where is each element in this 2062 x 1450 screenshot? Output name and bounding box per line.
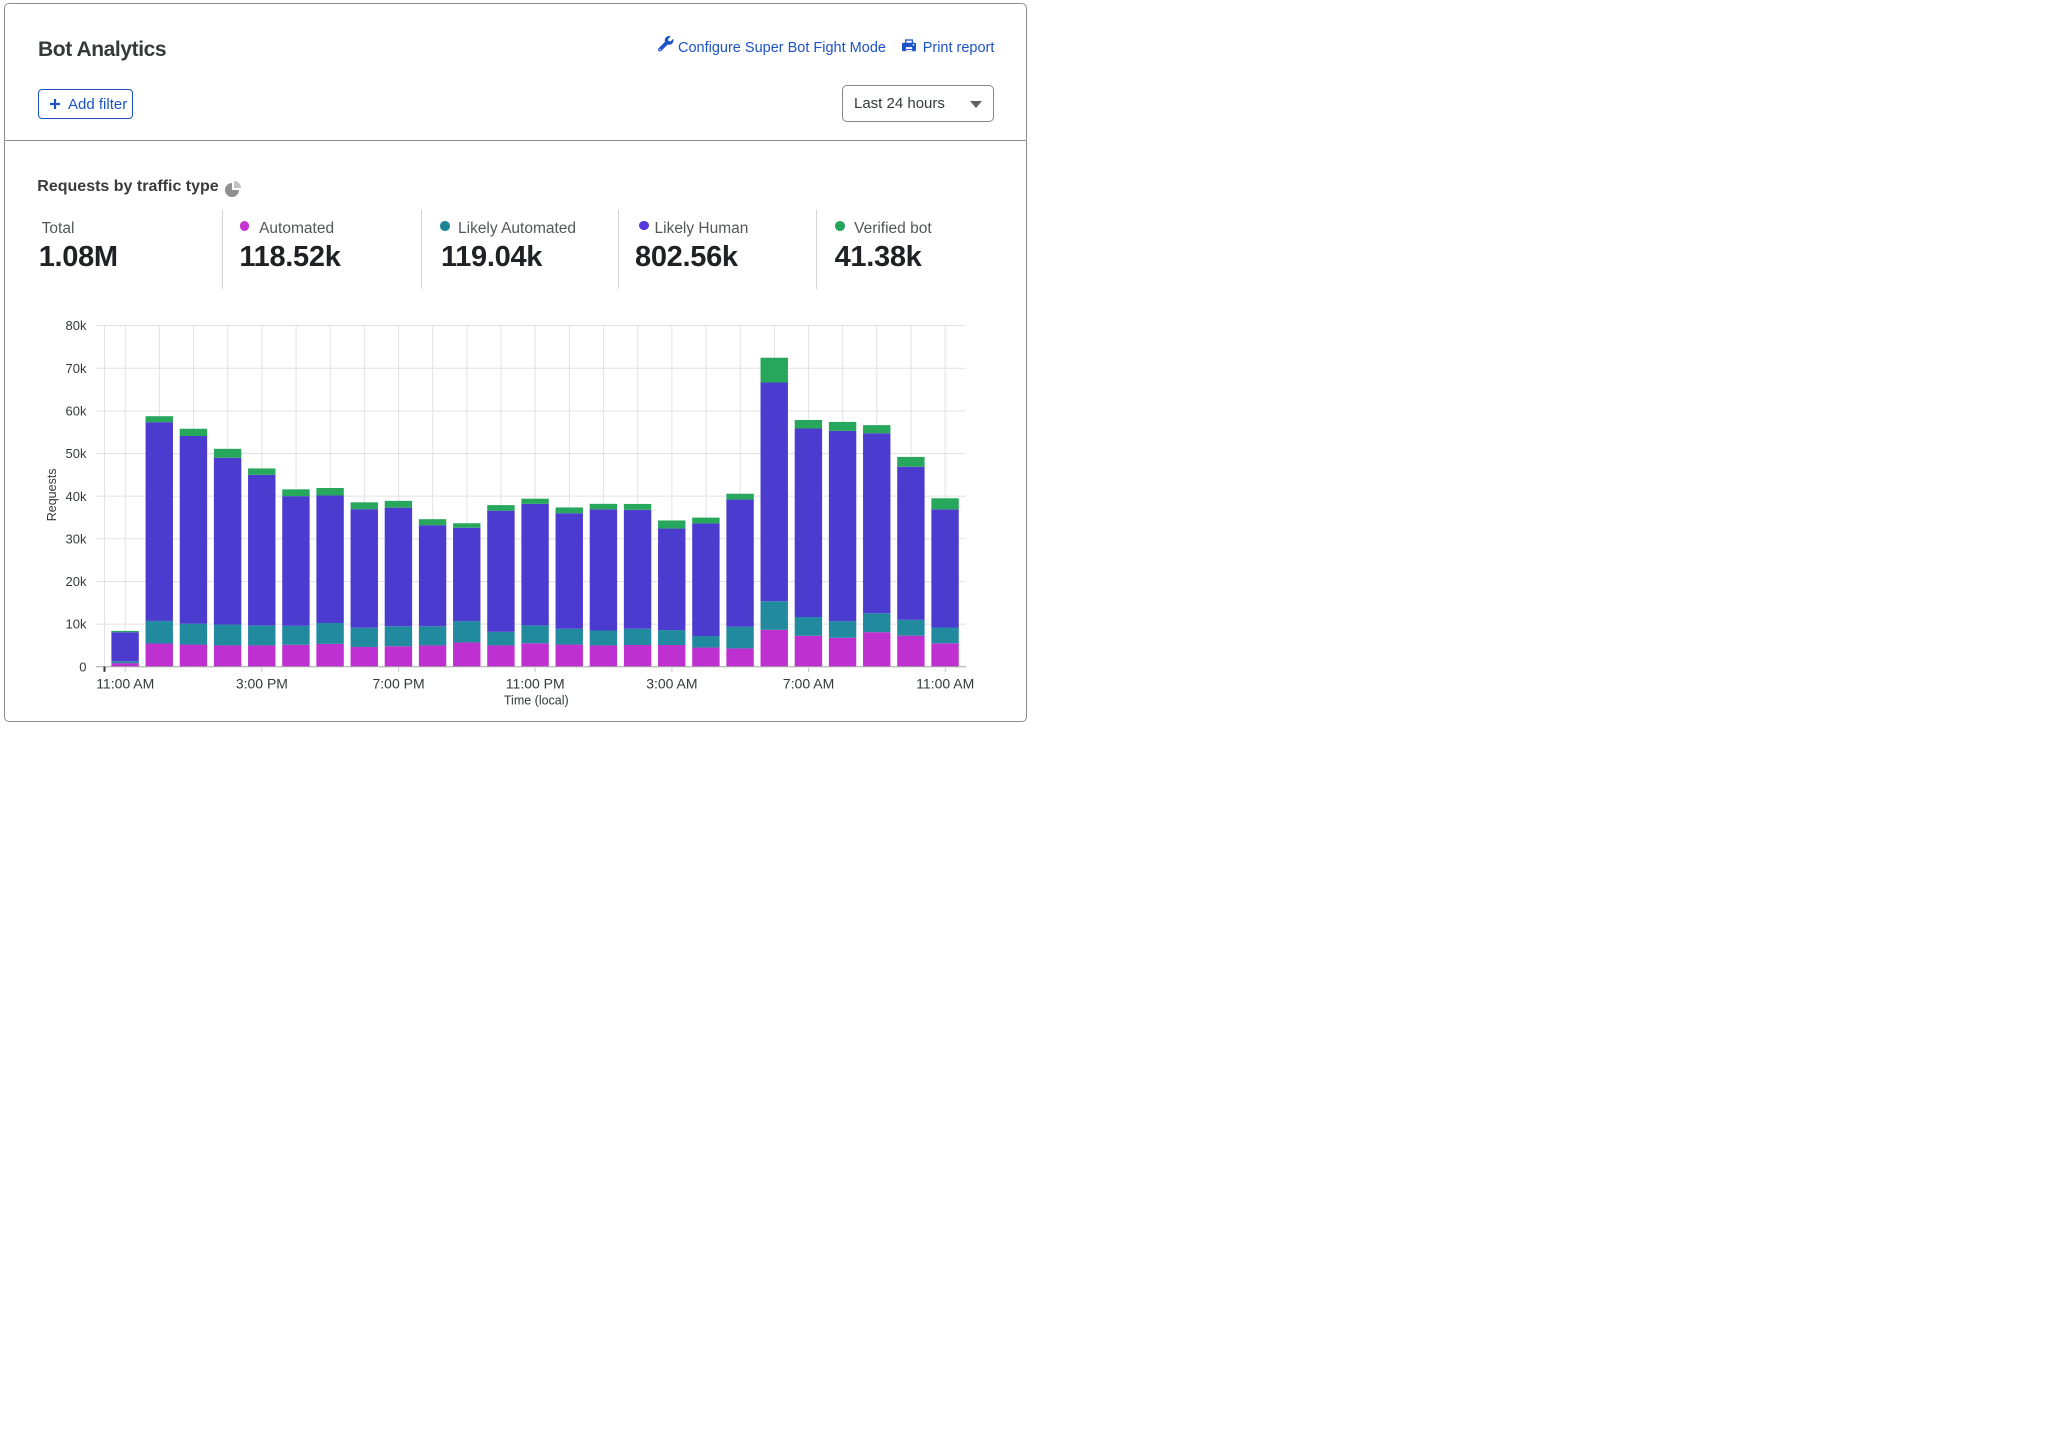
svg-text:10k: 10k: [66, 617, 87, 632]
svg-text:80k: 80k: [66, 318, 87, 333]
svg-text:60k: 60k: [66, 403, 87, 418]
svg-text:40k: 40k: [66, 489, 87, 504]
svg-text:11:00 AM: 11:00 AM: [916, 675, 974, 691]
svg-text:0: 0: [79, 659, 86, 674]
svg-text:Time (local): Time (local): [504, 693, 569, 707]
svg-text:Requests: Requests: [45, 468, 59, 521]
svg-text:30k: 30k: [66, 531, 87, 546]
svg-text:3:00 PM: 3:00 PM: [236, 675, 288, 691]
svg-text:7:00 PM: 7:00 PM: [372, 675, 424, 691]
svg-text:3:00 AM: 3:00 AM: [646, 675, 697, 691]
svg-text:11:00 PM: 11:00 PM: [506, 675, 565, 691]
svg-text:11:00 AM: 11:00 AM: [96, 675, 154, 691]
svg-text:7:00 AM: 7:00 AM: [783, 675, 834, 691]
svg-text:70k: 70k: [66, 361, 87, 376]
svg-text:20k: 20k: [66, 574, 87, 589]
svg-text:50k: 50k: [66, 446, 87, 461]
